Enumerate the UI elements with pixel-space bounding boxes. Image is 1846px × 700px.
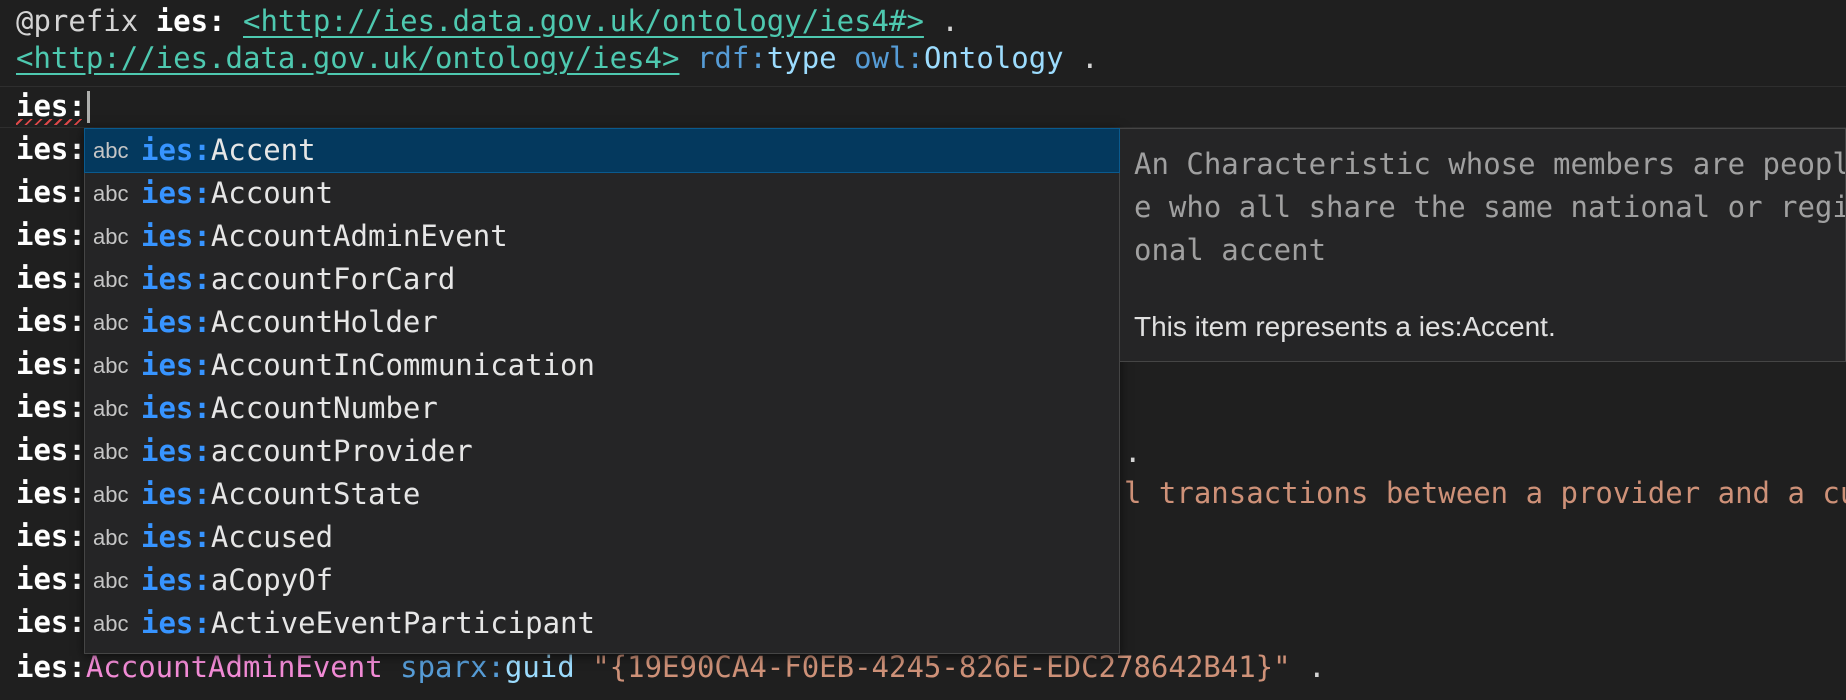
- editor-line-prefix[interactable]: ies:: [16, 128, 86, 171]
- suggestion-label: AccountInCommunication: [210, 348, 595, 382]
- token-iri-link[interactable]: <http://ies.data.gov.uk/ontology/ies4>: [16, 41, 679, 75]
- text-kind-icon: abc: [93, 224, 129, 249]
- suggestion-prefix: ies:: [141, 219, 211, 253]
- editor-line-2[interactable]: <http://ies.data.gov.uk/ontology/ies4> r…: [16, 37, 1099, 80]
- suggestion-item[interactable]: abc ies:AccountState: [85, 473, 1119, 516]
- token-local: type: [766, 41, 837, 75]
- doc-line: onal accent: [1134, 233, 1327, 267]
- editor-line-prefix[interactable]: ies:: [16, 171, 86, 214]
- doc-line: e who all share the same national or reg…: [1134, 190, 1846, 224]
- text-kind-icon: abc: [93, 181, 129, 206]
- token-prefix-keyword: @prefix: [16, 4, 139, 38]
- suggestion-prefix: ies:: [141, 176, 211, 210]
- suggestion-item[interactable]: abc ies:AccountNumber: [85, 387, 1119, 430]
- suggestion-item[interactable]: abc ies:accountProvider: [85, 430, 1119, 473]
- current-line-highlight: [0, 86, 1846, 128]
- suggestion-label: accountForCard: [210, 262, 456, 296]
- suggestion-label: Account: [210, 176, 334, 210]
- error-squiggle: [16, 119, 84, 125]
- suggestion-item[interactable]: abc ies:AccountAdminEvent: [85, 215, 1119, 258]
- token-terminator: .: [1081, 41, 1099, 75]
- text-kind-icon: abc: [93, 310, 129, 335]
- text-kind-icon: abc: [93, 267, 129, 292]
- editor-line-prefix[interactable]: ies:: [16, 429, 86, 472]
- suggestion-label: AccountNumber: [210, 391, 438, 425]
- suggestion-details-pane: An Characteristic whose members are peop…: [1120, 128, 1846, 362]
- token-prefix: sparx:: [400, 650, 505, 684]
- suggestion-item[interactable]: abc ies:Account: [85, 172, 1119, 215]
- suggestion-prefix: ies:: [141, 434, 211, 468]
- suggestion-prefix: ies:: [141, 391, 211, 425]
- token-class: AccountAdminEvent: [85, 650, 383, 684]
- editor-line-prefix[interactable]: ies:: [16, 214, 86, 257]
- documentation-text: An Characteristic whose members are peop…: [1134, 143, 1846, 272]
- suggestion-item[interactable]: abc ies:ActiveEventParticipant: [85, 602, 1119, 645]
- editor-line-prefix[interactable]: ies:: [16, 472, 86, 515]
- editor-line-prefix[interactable]: ies:: [16, 386, 86, 429]
- editor-text-fragment: l transactions between a provider and a …: [1124, 476, 1846, 510]
- suggestion-prefix: ies:: [141, 563, 211, 597]
- suggestion-prefix: ies:: [141, 520, 211, 554]
- token-string-literal: "{19E90CA4-F0EB-4245-826E-EDC278642B41}": [592, 650, 1291, 684]
- text-kind-icon: abc: [93, 611, 129, 636]
- text-kind-icon: abc: [93, 482, 129, 507]
- token-local: guid: [504, 650, 575, 684]
- editor-line-prefix[interactable]: ies:: [16, 257, 86, 300]
- text-kind-icon: abc: [93, 568, 129, 593]
- suggestion-item[interactable]: abc ies:accountForCard: [85, 258, 1119, 301]
- text-kind-icon: abc: [93, 138, 129, 163]
- suggestion-label: Accused: [210, 520, 334, 554]
- editor-line-prefix[interactable]: ies:: [16, 601, 86, 644]
- editor-line-prefix[interactable]: ies:: [16, 515, 86, 558]
- editor-text-fragment: .: [1124, 435, 1142, 469]
- suggestion-label: AccountHolder: [210, 305, 438, 339]
- editor-line-prefix[interactable]: ies:: [16, 300, 86, 343]
- suggestion-prefix: ies:: [141, 262, 211, 296]
- token-prefix: owl:: [854, 41, 924, 75]
- doc-line: An Characteristic whose members are peop…: [1134, 147, 1846, 181]
- token-terminator: .: [1308, 650, 1326, 684]
- suggestion-label: AccountState: [210, 477, 421, 511]
- type-note: This item represents a ies:Accent.: [1134, 311, 1556, 342]
- editor-line-prefix[interactable]: ies:: [16, 558, 86, 601]
- suggestion-label: ActiveEventParticipant: [210, 606, 595, 640]
- autocomplete-suggestion-list[interactable]: abc ies:Accent abc ies:Account abc ies:Accoun…: [84, 128, 1120, 654]
- suggestion-item[interactable]: abc ies:AccountHolder: [85, 301, 1119, 344]
- suggestion-prefix: ies:: [141, 348, 211, 382]
- text-cursor: [87, 91, 90, 123]
- suggestion-item[interactable]: abc ies:Accent: [84, 128, 1120, 173]
- text-kind-icon: abc: [93, 439, 129, 464]
- editor-line-prefix[interactable]: ies:: [16, 343, 86, 386]
- text-kind-icon: abc: [93, 525, 129, 550]
- suggestion-prefix: ies:: [141, 477, 211, 511]
- token-terminator: .: [941, 4, 959, 38]
- suggestion-prefix: ies:: [141, 305, 211, 339]
- suggestion-label: AccountAdminEvent: [210, 219, 508, 253]
- token-prefix: rdf:: [696, 41, 767, 75]
- token-prefix: ies:: [16, 650, 86, 684]
- token-iri-link[interactable]: <http://ies.data.gov.uk/ontology/ies4#>: [243, 4, 924, 38]
- token-local: Ontology: [923, 41, 1064, 75]
- suggestion-label: accountProvider: [210, 434, 473, 468]
- token-prefix-name: ies:: [155, 4, 226, 38]
- suggestion-prefix: ies:: [141, 606, 211, 640]
- text-kind-icon: abc: [93, 353, 129, 378]
- suggestion-prefix: ies:: [141, 133, 211, 167]
- suggestion-item[interactable]: abc ies:aCopyOf: [85, 559, 1119, 602]
- text-kind-icon: abc: [93, 396, 129, 421]
- suggestion-item[interactable]: abc ies:AccountInCommunication: [85, 344, 1119, 387]
- suggestion-label: aCopyOf: [210, 563, 334, 597]
- suggestion-label: Accent: [210, 133, 316, 167]
- suggestion-item[interactable]: abc ies:Accused: [85, 516, 1119, 559]
